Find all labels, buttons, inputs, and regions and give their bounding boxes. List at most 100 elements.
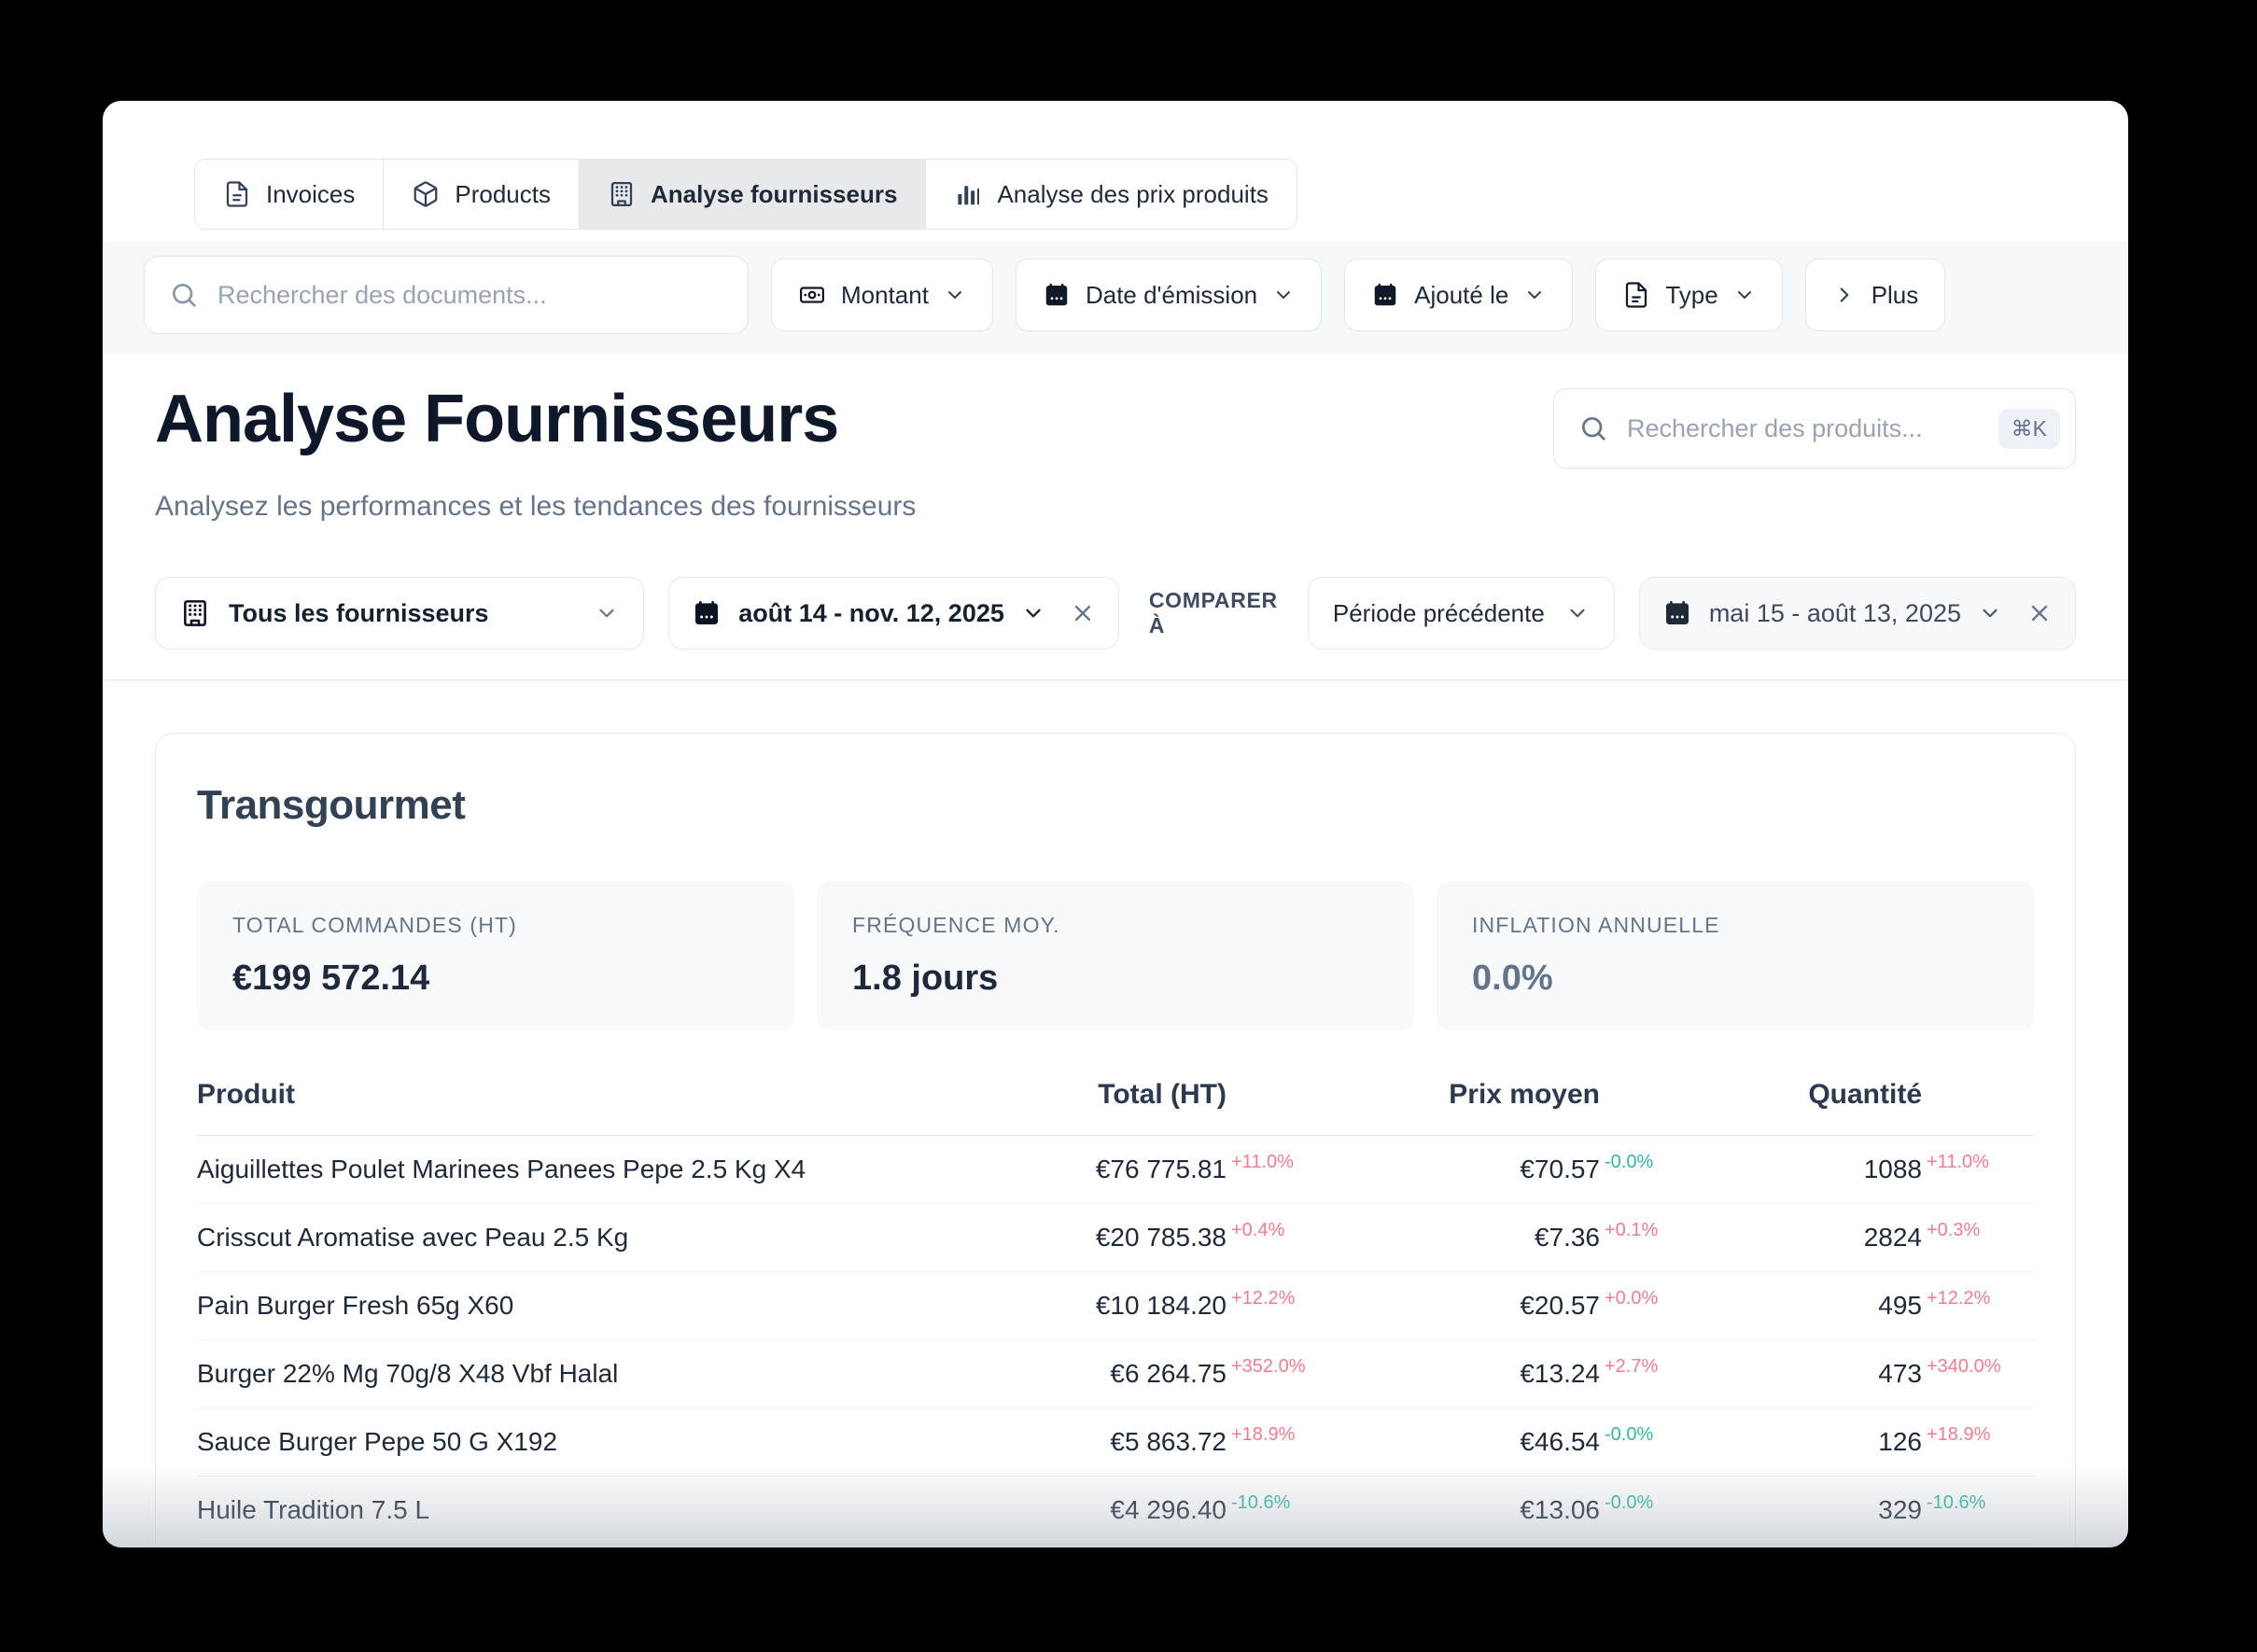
chevron-down-icon: [1733, 284, 1756, 306]
qty-change: +11.0%: [1922, 1152, 1997, 1173]
supplier-select-value: Tous les fournisseurs: [229, 599, 576, 628]
stat-frequence: FRÉQUENCE MOY. 1.8 jours: [817, 881, 1414, 1030]
product-name: Aiguillettes Poulet Marinees Panees Pepe…: [197, 1155, 900, 1184]
table-row[interactable]: Frite Patate Douce 2.5 Kg €3 954.93-5.2%…: [197, 1545, 2034, 1547]
stat-label: FRÉQUENCE MOY.: [852, 913, 1379, 938]
total-value: €5 863.72: [1110, 1427, 1227, 1457]
filter-date-emission-button[interactable]: Date d'émission: [1016, 259, 1322, 331]
qty-cell: 2824+0.3%: [1675, 1223, 1997, 1253]
clear-compare-period-icon[interactable]: [2026, 600, 2053, 626]
file-text-icon: [223, 180, 251, 208]
analysis-filter-bar: Tous les fournisseurs août 14 - nov. 12,…: [155, 577, 2076, 650]
table-row[interactable]: Crisscut Aromatise avec Peau 2.5 Kg €20 …: [197, 1204, 2034, 1272]
table-header: Produit Total (HT) Prix moyen Quantité: [197, 1079, 2034, 1136]
compare-mode-select[interactable]: Période précédente: [1308, 577, 1615, 650]
qty-value: 1088: [1864, 1155, 1922, 1184]
compare-label: COMPARER À: [1149, 588, 1278, 638]
document-search-input[interactable]: [216, 280, 723, 311]
search-icon: [169, 280, 199, 310]
file-icon: [1622, 281, 1650, 309]
tab-bar: Invoices Products Analyse fournisseurs A…: [103, 101, 2128, 230]
table-row[interactable]: Pain Burger Fresh 65g X60 €10 184.20+12.…: [197, 1272, 2034, 1340]
column-header-prix-moyen: Prix moyen: [1301, 1079, 1675, 1111]
table-row[interactable]: Huile Tradition 7.5 L €4 296.40-10.6% €1…: [197, 1477, 2034, 1545]
products-table: Produit Total (HT) Prix moyen Quantité A…: [197, 1079, 2034, 1547]
table-row[interactable]: Aiguillettes Poulet Marinees Panees Pepe…: [197, 1136, 2034, 1204]
document-filter-toolbar: Montant Date d'émission Ajouté le: [103, 241, 2128, 353]
product-search-box: ⌘K: [1553, 388, 2076, 469]
desktop-background: { "tabs": [ { "label": "Invoices", "icon…: [0, 0, 2257, 1652]
qty-change: +340.0%: [1922, 1356, 1997, 1378]
total-change: -10.6%: [1227, 1492, 1301, 1514]
tab-analyse-prix-produits[interactable]: Analyse des prix produits: [925, 159, 1297, 230]
price-change: +0.0%: [1600, 1288, 1675, 1309]
total-cell: €20 785.38+0.4%: [900, 1223, 1301, 1253]
price-change: -0.0%: [1600, 1424, 1675, 1446]
tab-invoices[interactable]: Invoices: [194, 159, 384, 230]
chevron-down-icon: [1978, 601, 2002, 625]
qty-change: -10.6%: [1922, 1492, 1997, 1514]
filter-label: Ajouté le: [1414, 281, 1508, 310]
filter-type-button[interactable]: Type: [1595, 259, 1782, 331]
column-header-produit: Produit: [197, 1079, 900, 1111]
price-cell: €46.54-0.0%: [1301, 1427, 1675, 1457]
column-header-quantite: Quantité: [1675, 1079, 1997, 1111]
clear-period-icon[interactable]: [1070, 600, 1096, 626]
page-title: Analyse Fournisseurs: [155, 383, 838, 456]
product-name: Huile Tradition 7.5 L: [197, 1495, 900, 1525]
total-cell: €10 184.20+12.2%: [900, 1291, 1301, 1321]
qty-value: 329: [1878, 1495, 1922, 1525]
document-search-box: [144, 256, 749, 334]
supplier-select[interactable]: Tous les fournisseurs: [155, 577, 644, 650]
total-value: €6 264.75: [1110, 1359, 1227, 1389]
qty-change: +12.2%: [1922, 1288, 1997, 1309]
tab-products[interactable]: Products: [383, 159, 580, 230]
total-change: +352.0%: [1227, 1356, 1301, 1378]
product-name: Burger 22% Mg 70g/8 X48 Vbf Halal: [197, 1359, 900, 1389]
main-content: Analyse Fournisseurs ⌘K Analysez les per…: [103, 353, 2128, 650]
product-search-input[interactable]: [1625, 413, 1982, 444]
price-change: +2.7%: [1600, 1356, 1675, 1378]
filter-montant-button[interactable]: Montant: [771, 259, 993, 331]
chevron-down-icon: [944, 284, 966, 306]
period-chip[interactable]: août 14 - nov. 12, 2025: [668, 577, 1119, 650]
filter-ajoute-le-button[interactable]: Ajouté le: [1344, 259, 1573, 331]
total-cell: €76 775.81+11.0%: [900, 1155, 1301, 1184]
total-cell: €5 863.72+18.9%: [900, 1427, 1301, 1457]
section-divider: [103, 679, 2128, 680]
compare-period-chip[interactable]: mai 15 - août 13, 2025: [1639, 577, 2076, 650]
price-value: €20.57: [1520, 1291, 1600, 1321]
price-value: €70.57: [1520, 1155, 1600, 1184]
app-window: Invoices Products Analyse fournisseurs A…: [103, 101, 2128, 1547]
product-name: Sauce Burger Pepe 50 G X192: [197, 1427, 900, 1457]
price-change: -0.0%: [1600, 1152, 1675, 1173]
qty-value: 495: [1878, 1291, 1922, 1321]
total-change: +12.2%: [1227, 1288, 1301, 1309]
chevron-down-icon: [1565, 601, 1590, 625]
filter-label: Date d'émission: [1086, 281, 1257, 310]
qty-value: 126: [1878, 1427, 1922, 1457]
compare-mode-value: Période précédente: [1333, 599, 1545, 628]
page-subtitle: Analysez les performances et les tendanc…: [155, 491, 2076, 523]
price-cell: €13.06-0.0%: [1301, 1495, 1675, 1525]
tab-analyse-fournisseurs[interactable]: Analyse fournisseurs: [579, 159, 926, 230]
stat-label: TOTAL COMMANDES (HT): [232, 913, 759, 938]
package-icon: [412, 180, 440, 208]
calendar-icon: [1662, 598, 1692, 628]
building-icon: [180, 598, 210, 628]
product-name: Crisscut Aromatise avec Peau 2.5 Kg: [197, 1223, 900, 1253]
total-change: +11.0%: [1227, 1152, 1301, 1173]
more-filters-button[interactable]: Plus: [1805, 259, 1946, 331]
total-value: €76 775.81: [1096, 1155, 1227, 1184]
total-cell: €6 264.75+352.0%: [900, 1359, 1301, 1389]
price-cell: €7.36+0.1%: [1301, 1223, 1675, 1253]
filter-label: Type: [1665, 281, 1717, 310]
stat-value: 0.0%: [1472, 959, 1998, 999]
table-row[interactable]: Burger 22% Mg 70g/8 X48 Vbf Halal €6 264…: [197, 1340, 2034, 1408]
qty-cell: 495+12.2%: [1675, 1291, 1997, 1321]
qty-value: 473: [1878, 1359, 1922, 1389]
qty-change: +0.3%: [1922, 1220, 1997, 1241]
price-cell: €13.24+2.7%: [1301, 1359, 1675, 1389]
table-row[interactable]: Sauce Burger Pepe 50 G X192 €5 863.72+18…: [197, 1408, 2034, 1477]
total-change: +18.9%: [1227, 1424, 1301, 1446]
